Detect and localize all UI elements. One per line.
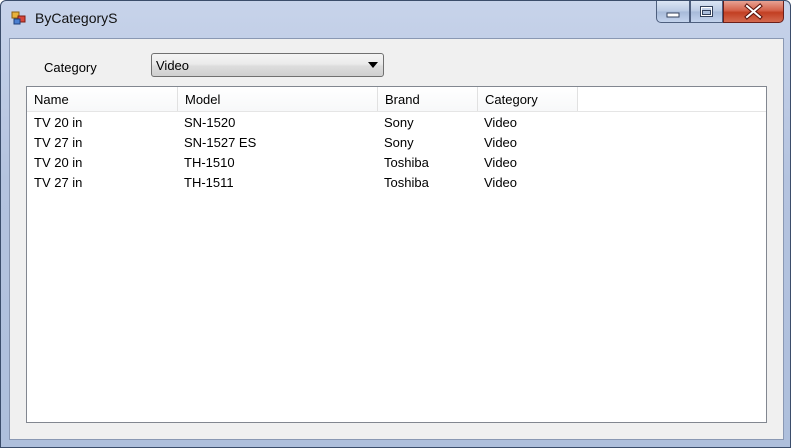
column-header-category[interactable]: Category: [478, 87, 578, 111]
close-icon: [744, 3, 763, 20]
list-rows: TV 20 in SN-1520 Sony Video TV 27 in SN-…: [27, 112, 766, 192]
cell-category: Video: [484, 175, 518, 190]
minimize-icon: [666, 12, 680, 18]
cell-category: Video: [484, 155, 518, 170]
list-header: Name Model Brand Category: [27, 87, 766, 112]
chevron-down-icon[interactable]: [368, 62, 378, 68]
cell-brand: Sony: [384, 135, 414, 150]
cell-name: TV 27 in: [34, 175, 83, 190]
category-label: Category: [44, 60, 97, 75]
products-list-view[interactable]: Name Model Brand Category TV 20 in SN-15…: [26, 86, 767, 423]
cell-model: TH-1511: [184, 175, 234, 190]
cell-model: TH-1510: [184, 155, 235, 170]
cell-brand: Toshiba: [384, 155, 429, 170]
cell-name: TV 20 in: [34, 115, 83, 130]
window-title: ByCategoryS: [35, 10, 118, 26]
app-icon[interactable]: [11, 10, 27, 26]
table-row[interactable]: TV 27 in TH-1511 Toshiba Video: [27, 172, 766, 192]
cell-category: Video: [484, 115, 518, 130]
maximize-button[interactable]: [690, 1, 723, 23]
cell-model: SN-1520: [184, 115, 236, 130]
cell-model: SN-1527 ES: [184, 135, 257, 150]
close-button[interactable]: [723, 1, 784, 23]
title-bar[interactable]: ByCategoryS: [1, 1, 790, 35]
cell-name: TV 27 in: [34, 135, 83, 150]
column-header-brand[interactable]: Brand: [378, 87, 478, 111]
client-area: Category Video Name Model Brand Category…: [9, 38, 784, 440]
column-header-model[interactable]: Model: [178, 87, 378, 111]
app-window: ByCategoryS Category Video Name Model Br…: [0, 0, 791, 448]
maximize-icon: [700, 6, 713, 17]
cell-brand: Sony: [384, 115, 414, 130]
cell-category: Video: [484, 135, 518, 150]
table-row[interactable]: TV 20 in TH-1510 Toshiba Video: [27, 152, 766, 172]
table-row[interactable]: TV 27 in SN-1527 ES Sony Video: [27, 132, 766, 152]
table-row[interactable]: TV 20 in SN-1520 Sony Video: [27, 112, 766, 132]
minimize-button[interactable]: [656, 1, 690, 23]
category-dropdown[interactable]: Video: [151, 53, 384, 77]
cell-brand: Toshiba: [384, 175, 429, 190]
cell-name: TV 20 in: [34, 155, 83, 170]
category-selected-value: Video: [156, 58, 190, 73]
column-header-name[interactable]: Name: [27, 87, 178, 111]
